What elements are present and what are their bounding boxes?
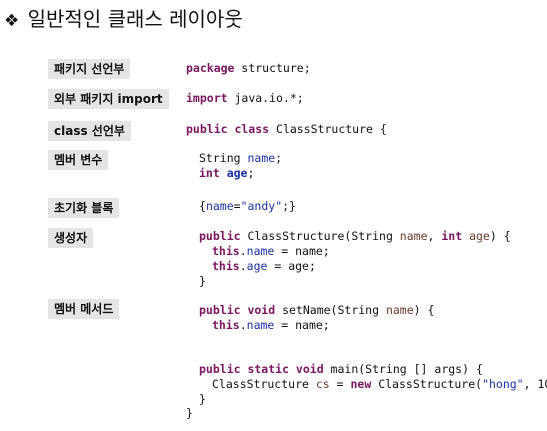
- slide-title-text: 일반적인 클래스 레이아웃: [27, 7, 243, 31]
- label-member-methods: 멤버 메서드: [48, 299, 120, 319]
- code-import-line: import java.io.*;: [186, 91, 304, 105]
- label-member-variables: 멤버 변수: [48, 150, 109, 170]
- label-constructor: 생성자: [48, 228, 94, 248]
- diamond-bullet-icon: ❖: [4, 11, 20, 31]
- code-constructor-close-brace: }: [199, 274, 206, 288]
- label-import: 외부 패키지 import: [48, 89, 169, 109]
- code-main-body-line: ClassStructure cs = new ClassStructure("…: [212, 377, 547, 391]
- label-package-declaration: 패키지 선언부: [48, 59, 131, 79]
- code-main-signature-line: public static void main(String [] args) …: [199, 362, 483, 376]
- code-initializer-line: {name="andy";}: [199, 199, 296, 213]
- code-main-close-brace: }: [199, 392, 206, 406]
- code-field-name-line: String name;: [199, 151, 283, 165]
- label-initializer-block: 초기화 블록: [48, 198, 120, 218]
- code-constructor-assign-age-line: this.age = age;: [212, 259, 316, 273]
- code-constructor-signature-line: public ClassStructure(String name, int a…: [199, 229, 511, 243]
- code-field-age-line: int age;: [199, 166, 255, 180]
- slide-title: ❖ 일반적인 클래스 레이아웃: [4, 6, 243, 34]
- code-constructor-assign-name-line: this.name = name;: [212, 244, 330, 258]
- code-setname-body-line: this.name = name;: [212, 318, 330, 332]
- code-setname-signature-line: public void setName(String name) {: [199, 303, 435, 317]
- code-class-close-brace: }: [186, 406, 193, 420]
- code-class-declaration-line: public class ClassStructure {: [186, 122, 387, 136]
- code-package-line: package structure;: [186, 61, 311, 75]
- label-class-declaration: class 선언부: [48, 121, 131, 141]
